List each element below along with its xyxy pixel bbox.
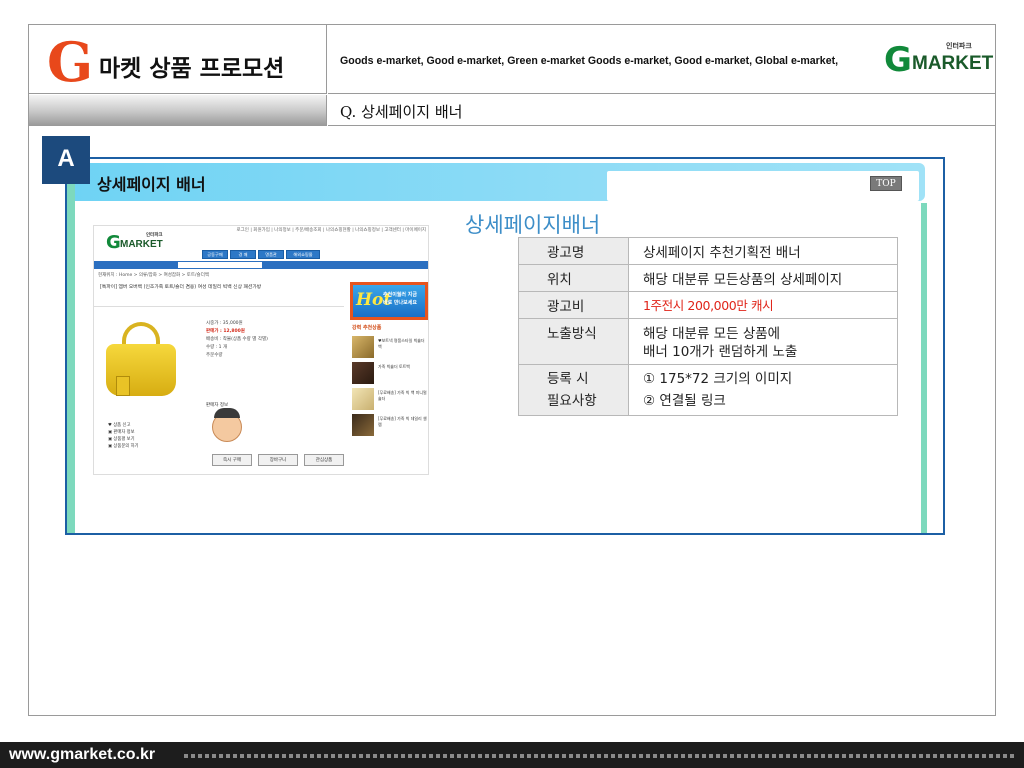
spec-title: 상세페이지배너 [465,213,601,237]
preview-thumb-2 [352,362,374,384]
spec-row: 위치 해당 대분류 모든상품의 상세페이지 [518,264,898,292]
preview-buy-button: 즉시 구매 [212,454,252,466]
title-cell: G 마켓 상품 프로모션 [29,25,327,94]
preview-tiny-link-1: ♥ 상품 신고 [108,423,131,428]
spec-value: 상세페이지 추천기획전 배너 [628,237,898,265]
spec-row: 광고명 상세페이지 추천기획전 배너 [518,237,898,265]
preview-product-title: [특파이] 엠버 오버백 (인조가죽 토트/숄더 겸용) 여성 데일리 빅백 신… [100,285,262,290]
preview-thumb-text-2: 가죽 빅숄더 토트백 [378,364,410,369]
footer-bar: www.gmarket.co.kr [0,742,1024,768]
gmarket-logo-text: MARKET [912,53,994,74]
preview-tiny-links: ♥ 상품 신고 ▣ 판매자 정보 ▣ 상품평 보기 ▣ 상품문의 하기 [108,422,198,450]
preview-divider [94,306,344,307]
preview-breadcrumb: 현재위치 : Home > 의류/잡화 > 여성잡화 > 토트/숄더백 [98,273,209,278]
preview-thumb-text-3: [무료배송] 가죽 빅 백 미니멀 숄더 [378,390,427,401]
preview-hot-banner: Hot 추천이월러 지금 바로 만나보세요 [350,282,428,320]
spec-key: 광고명 [518,237,629,265]
preview-search-box [178,262,262,268]
preview-info-line-4: 수량 : 1 개 [206,345,228,350]
spec-table: 광고명 상세페이지 추천기획전 배너 위치 해당 대분류 모든상품의 상세페이지… [518,237,898,416]
preview-gmarket-logo: 인터파크 G MARKET [106,232,186,252]
spec-key: 위치 [518,264,629,292]
slogan-text: Goods e-market, Good e-market, Green e-m… [340,55,839,67]
preview-thumb-1 [352,336,374,358]
panel-right-stripe [921,203,927,533]
preview-recommend-head: 강력 추천상품 [352,325,382,331]
preview-info-line-3: 배송비 : 착불(상품 수량 별 각별) [206,337,268,342]
detail-page-preview: 로그인 | 회원가입 | 나의정보 | 주문/배송조회 | 나의쇼핑현황 | 나… [93,225,429,475]
preview-tiny-link-4: ▣ 상품문의 하기 [108,444,139,449]
preview-seller-hat [214,408,240,418]
spec-row: 등록 시 필요사항 ① 175*72 크기의 이미지 ② 연결될 링크 [518,364,898,416]
preview-logo-g: G [106,232,121,253]
preview-logo-small: 인터파크 [146,233,163,238]
header-gradient-bar [29,95,327,126]
spec-key: 등록 시 필요사항 [518,364,629,416]
gmarket-logo: 인터파크 G MARKET [884,40,993,81]
spec-key: 광고비 [518,291,629,319]
preview-tiny-link-2: ▣ 판매자 정보 [108,430,135,435]
preview-nav-label-3: 명품관 [265,252,277,257]
preview-tiny-link-3: ▣ 상품평 보기 [108,437,135,442]
spec-value: 해당 대분류 모든 상품에 배너 10개가 랜덤하게 노출 [628,318,898,365]
question-text: Q. 상세페이지 배너 [340,103,463,121]
preview-thumb-text-1: ♥보트넥 명품스타일 빅숄더백 [378,338,425,349]
content-panel: 상세페이지 배너 TOP 로그인 | 회원가입 | 나의정보 | 주문/배송조회… [65,157,945,535]
preview-thumb-text-4: [무료배송] 가죽 빅 데일리 셀렙 [378,416,427,427]
gmarket-logo-small: 인터파크 [946,42,972,50]
panel-title: 상세페이지 배너 [97,175,206,194]
preview-thumb-4 [352,414,374,436]
top-button[interactable]: TOP [870,176,902,191]
preview-cart-button: 장바구니 [258,454,298,466]
spec-value-price: 1주전시 200,000만 캐시 [628,291,898,319]
spec-row: 광고비 1주전시 200,000만 캐시 [518,291,898,319]
preview-wish-button: 관심상품 [304,454,344,466]
preview-info-line-5: 주문수량 [206,353,223,358]
spec-value: ① 175*72 크기의 이미지 ② 연결될 링크 [628,364,898,416]
slogan-cell: Goods e-market, Good e-market, Green e-m… [328,25,995,94]
section-badge: A [42,136,90,184]
preview-info-line-1: 시중가 : 35,000원 [206,321,243,326]
preview-info-line-2: 판매가 : 12,800원 [206,329,245,334]
bag-tag [116,376,130,396]
preview-nav-label-1: 공동구매 [207,252,223,257]
slide: G 마켓 상품 프로모션 Goods e-market, Good e-mark… [0,0,1024,768]
spec-value: 해당 대분류 모든상품의 상세페이지 [628,264,898,292]
preview-info: 시중가 : 35,000원 판매가 : 12,800원 배송비 : 착불(상품 … [206,320,346,360]
gmarket-logo-g: G [884,40,912,80]
preview-hot-sub: 추천이월러 지금 바로 만나보세요 [383,292,417,306]
preview-nav-label-2: 경 매 [238,252,248,257]
spec-row: 노출방식 해당 대분류 모든 상품에 배너 10개가 랜덤하게 노출 [518,318,898,365]
question-cell: Q. 상세페이지 배너 [328,95,995,126]
panel-header: 상세페이지 배너 [75,163,925,201]
footer-dotted-line [184,754,1014,758]
preview-logo-text: MARKET [120,239,163,250]
preview-hot-banner-inner: Hot 추천이월러 지금 바로 만나보세요 [353,285,425,317]
title-g-logo: G [47,30,94,94]
page-title: 마켓 상품 프로모션 [99,55,285,82]
preview-thumb-3 [352,388,374,410]
footer-url[interactable]: www.gmarket.co.kr [9,746,155,764]
spec-key: 노출방식 [518,318,629,365]
preview-bag-image [106,322,176,402]
preview-nav-label-4: 해외쇼핑몰 [293,252,313,257]
panel-left-stripe [67,159,75,533]
